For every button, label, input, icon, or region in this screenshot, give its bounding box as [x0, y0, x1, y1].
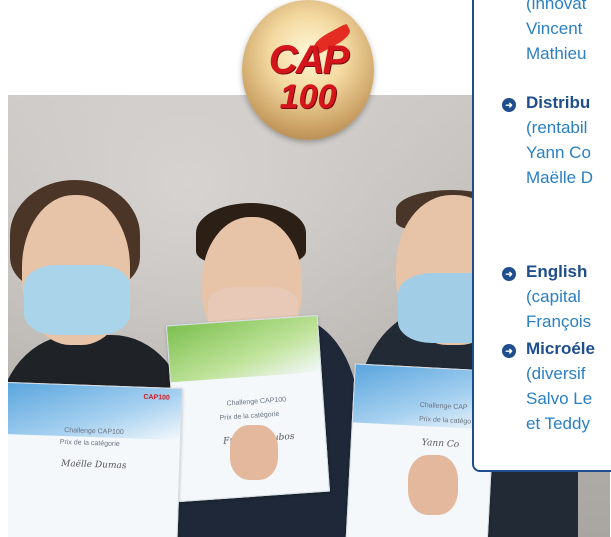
- certificate-name: Maëlle Dumas: [60, 458, 127, 472]
- category-line: (capital: [526, 287, 581, 306]
- category-line: (rentabil: [526, 118, 588, 137]
- arrow-right-icon: ➜: [502, 344, 516, 358]
- category-line: François: [526, 312, 592, 331]
- category-title: Distribu: [526, 93, 591, 112]
- panel-line: (innovat: [526, 0, 587, 13]
- arrow-right-icon: ➜: [502, 267, 516, 281]
- hand-middle: [230, 425, 278, 480]
- cap100-logo: CAP 100: [242, 0, 374, 140]
- category-line: Maëlle D: [526, 168, 594, 187]
- arrow-right-icon: ➜: [502, 98, 516, 112]
- certificate-heading: Challenge CAP100: [226, 396, 287, 408]
- logo-line-1: CAP: [268, 38, 349, 82]
- certificate-brand: CAP100: [143, 393, 171, 402]
- category-line: Yann Co: [526, 143, 591, 162]
- category-line: Salvo Le: [526, 389, 593, 408]
- certificate-prize: Prix de la catégorie: [219, 410, 280, 422]
- category-line: et Teddy: [526, 414, 590, 433]
- panel-line: Mathieu: [526, 44, 587, 63]
- hand-right: [408, 455, 458, 515]
- winners-panel: (innovat Vincent Mathieu ➜ Distribu (ren…: [472, 0, 611, 472]
- category-title: English: [526, 262, 588, 281]
- panel-line: Vincent: [526, 19, 583, 38]
- certificate-prize: Prix de la catégorie: [59, 438, 120, 448]
- certificate-name: Yann Co: [421, 438, 460, 450]
- category-line: (diversif: [526, 364, 586, 383]
- logo-line-2: 100: [279, 78, 337, 116]
- category-title: Microéle: [526, 339, 595, 358]
- certificate-left: CAP100 Challenge CAP100 Prix de la catég…: [8, 381, 183, 537]
